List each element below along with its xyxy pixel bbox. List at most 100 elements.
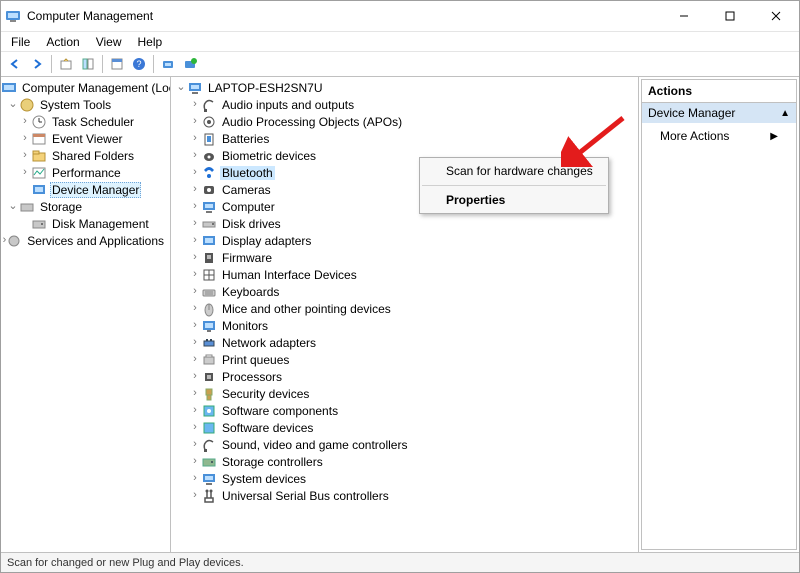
left-item-task-scheduler[interactable]: ›Task Scheduler <box>1 113 170 130</box>
chevron-right-icon[interactable]: › <box>189 354 201 365</box>
chevron-right-icon[interactable]: › <box>19 167 31 178</box>
chevron-right-icon[interactable]: › <box>19 150 31 161</box>
device-cat-print-queues[interactable]: ›Print queues <box>171 351 638 368</box>
chevron-right-icon[interactable]: › <box>189 133 201 144</box>
back-icon[interactable] <box>5 54 25 74</box>
ctx-properties[interactable]: Properties <box>420 189 608 211</box>
left-item-event-viewer[interactable]: ›Event Viewer <box>1 130 170 147</box>
device-cat-software-components[interactable]: ›Software components <box>171 402 638 419</box>
device-cat-display-adapters[interactable]: ›Display adapters <box>171 232 638 249</box>
chevron-right-icon[interactable]: › <box>189 184 201 195</box>
chevron-right-icon[interactable]: › <box>189 388 201 399</box>
menu-action[interactable]: Action <box>38 33 87 51</box>
left-group-storage[interactable]: ⌄ Storage <box>1 198 170 215</box>
chevron-down-icon[interactable]: ⌄ <box>7 99 19 110</box>
actions-section[interactable]: Device Manager ▲ <box>642 103 796 123</box>
chevron-right-icon[interactable]: › <box>19 133 31 144</box>
forward-icon[interactable] <box>27 54 47 74</box>
collapse-icon: ▲ <box>780 108 790 119</box>
computer-management-window: Computer Management File Action View Hel… <box>0 0 800 573</box>
device-cat-disk-drives[interactable]: ›Disk drives <box>171 215 638 232</box>
status-text: Scan for changed or new Plug and Play de… <box>7 557 244 569</box>
left-item-device-manager[interactable]: Device Manager <box>1 181 170 198</box>
chevron-right-icon[interactable]: › <box>189 320 201 331</box>
chevron-right-icon[interactable]: › <box>189 490 201 501</box>
chevron-right-icon[interactable]: › <box>189 473 201 484</box>
device-cat-audio-inputs-and-outputs[interactable]: ›Audio inputs and outputs <box>171 96 638 113</box>
left-item-disk-management[interactable]: Disk Management <box>1 215 170 232</box>
chevron-right-icon[interactable]: › <box>189 286 201 297</box>
menubar: File Action View Help <box>1 31 799 51</box>
left-root[interactable]: Computer Management (Local) <box>1 79 170 96</box>
device-cat-label: Computer <box>220 200 277 214</box>
toolbar: ? <box>1 51 799 77</box>
device-category-icon <box>201 165 217 181</box>
chevron-right-icon[interactable]: › <box>189 405 201 416</box>
device-cat-sound-video-and-game-controllers[interactable]: ›Sound, video and game controllers <box>171 436 638 453</box>
menu-help[interactable]: Help <box>130 33 171 51</box>
chevron-down-icon[interactable]: ⌄ <box>175 82 187 93</box>
properties-icon[interactable] <box>107 54 127 74</box>
chevron-right-icon[interactable]: › <box>189 99 201 110</box>
device-category-icon <box>201 352 217 368</box>
chevron-right-icon[interactable]: › <box>189 116 201 127</box>
device-category-icon <box>201 454 217 470</box>
device-root[interactable]: ⌄ LAPTOP-ESH2SN7U <box>171 79 638 96</box>
device-cat-system-devices[interactable]: ›System devices <box>171 470 638 487</box>
device-cat-batteries[interactable]: ›Batteries <box>171 130 638 147</box>
device-cat-monitors[interactable]: › Monitors <box>171 317 638 334</box>
ctx-scan-hardware[interactable]: Scan for hardware changes <box>420 160 608 182</box>
device-cat-label: Storage controllers <box>220 455 325 469</box>
device-cat-label: Cameras <box>220 183 273 197</box>
device-cat-firmware[interactable]: ›Firmware <box>171 249 638 266</box>
device-cat-label: Human Interface Devices <box>220 268 359 282</box>
device-tree-pane: ⌄ LAPTOP-ESH2SN7U ›Audio inputs and outp… <box>171 77 639 552</box>
show-hide-tree-icon[interactable] <box>78 54 98 74</box>
chevron-down-icon[interactable]: ⌄ <box>7 201 19 212</box>
close-button[interactable] <box>753 1 799 31</box>
device-cat-human-interface-devices[interactable]: › Human Interface Devices <box>171 266 638 283</box>
device-category-icon <box>201 318 217 334</box>
device-cat-audio-processing-objects-apos-[interactable]: ›Audio Processing Objects (APOs) <box>171 113 638 130</box>
minimize-button[interactable] <box>661 1 707 31</box>
chevron-right-icon[interactable]: › <box>189 218 201 229</box>
wrench-icon <box>19 97 35 113</box>
refresh-icon[interactable] <box>180 54 200 74</box>
help-icon[interactable]: ? <box>129 54 149 74</box>
device-cat-security-devices[interactable]: ›Security devices <box>171 385 638 402</box>
actions-more[interactable]: More Actions ▶ <box>642 123 796 149</box>
left-group-system-tools[interactable]: ⌄ System Tools <box>1 96 170 113</box>
up-icon[interactable] <box>56 54 76 74</box>
chevron-right-icon[interactable]: › <box>189 150 201 161</box>
device-cat-processors[interactable]: ›Processors <box>171 368 638 385</box>
device-cat-storage-controllers[interactable]: › Storage controllers <box>171 453 638 470</box>
device-cat-label: Monitors <box>220 319 270 333</box>
left-item-performance[interactable]: ›Performance <box>1 164 170 181</box>
chevron-right-icon[interactable]: › <box>189 201 201 212</box>
device-cat-universal-serial-bus-controllers[interactable]: ›Universal Serial Bus controllers <box>171 487 638 504</box>
device-cat-keyboards[interactable]: ›Keyboards <box>171 283 638 300</box>
device-cat-mice-and-other-pointing-devices[interactable]: ›Mice and other pointing devices <box>171 300 638 317</box>
chevron-right-icon[interactable]: › <box>189 439 201 450</box>
chevron-right-icon[interactable]: › <box>189 303 201 314</box>
device-cat-software-devices[interactable]: ›Software devices <box>171 419 638 436</box>
menu-view[interactable]: View <box>88 33 130 51</box>
chevron-right-icon[interactable]: › <box>189 269 201 280</box>
left-item-shared-folders[interactable]: ›Shared Folders <box>1 147 170 164</box>
left-group-services[interactable]: › Services and Applications <box>1 232 170 249</box>
chevron-right-icon[interactable]: › <box>189 456 201 467</box>
menu-file[interactable]: File <box>3 33 38 51</box>
chevron-right-icon[interactable]: › <box>19 116 31 127</box>
chevron-right-icon[interactable]: › <box>189 167 201 178</box>
chevron-right-icon[interactable]: › <box>189 337 201 348</box>
maximize-button[interactable] <box>707 1 753 31</box>
chevron-right-icon[interactable]: › <box>189 252 201 263</box>
device-category-icon <box>201 335 217 351</box>
actions-pane: Actions Device Manager ▲ More Actions ▶ <box>639 77 799 552</box>
chevron-right-icon[interactable]: › <box>189 235 201 246</box>
device-category-icon <box>201 386 217 402</box>
chevron-right-icon[interactable]: › <box>189 371 201 382</box>
chevron-right-icon[interactable]: › <box>189 422 201 433</box>
scan-hardware-icon[interactable] <box>158 54 178 74</box>
device-cat-network-adapters[interactable]: ›Network adapters <box>171 334 638 351</box>
